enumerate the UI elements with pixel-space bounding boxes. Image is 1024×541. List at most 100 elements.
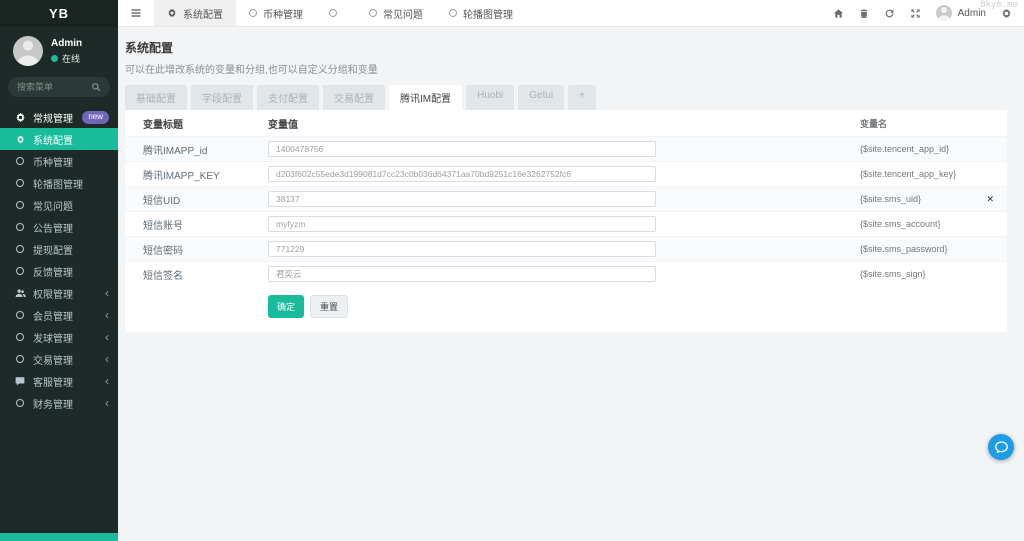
sms-password-input[interactable]	[268, 241, 656, 257]
sidebar-group-label: 权限管理	[33, 286, 73, 301]
home-icon[interactable]	[833, 8, 844, 19]
search-input[interactable]	[17, 82, 91, 92]
circle-icon	[13, 399, 27, 407]
table-row: 腾讯IMAPP_KEY {$site.tencent_app_key}	[125, 161, 1007, 186]
sidebar-item-faq[interactable]: 常见问题	[0, 194, 118, 216]
chevron-left-icon: ‹	[105, 375, 109, 387]
tencent-app-id-input[interactable]	[268, 141, 656, 157]
trash-icon[interactable]	[859, 8, 869, 19]
sidebar-user-panel: Admin 在线	[0, 27, 118, 73]
table-row: 短信签名 {$site.sms_sign}	[125, 261, 1007, 286]
tencent-app-key-input[interactable]	[268, 166, 656, 182]
sidebar-item-label: 币种管理	[33, 154, 73, 169]
sidebar-item-coin-manage[interactable]: 币种管理	[0, 150, 118, 172]
tab-banner-manage[interactable]: 轮播图管理	[436, 0, 526, 26]
tab-faq[interactable]: 常见问题	[356, 0, 436, 26]
tab-unnamed[interactable]	[316, 0, 356, 26]
sms-sign-input[interactable]	[268, 266, 656, 282]
sidebar-section-label: 常规管理	[33, 110, 73, 125]
circle-icon	[13, 245, 27, 253]
fullscreen-icon[interactable]	[910, 8, 921, 19]
sidebar-group-label: 发球管理	[33, 330, 73, 345]
config-tabs: 基础配置 字段配置 支付配置 交易配置 腾讯IM配置 Huobi Getui +	[125, 85, 1007, 110]
tab-system-config[interactable]: 系统配置	[154, 0, 236, 26]
row-title: 短信密码	[143, 242, 268, 257]
sidebar-group-faqiu[interactable]: 发球管理 ‹	[0, 326, 118, 348]
tab-huobi[interactable]: Huobi	[466, 85, 514, 110]
sms-account-input[interactable]	[268, 216, 656, 232]
sidebar-item-label: 常见问题	[33, 198, 73, 213]
sidebar-item-banner-manage[interactable]: 轮播图管理	[0, 172, 118, 194]
row-var-name: {$site.sms_account}	[860, 219, 941, 229]
topbar-user[interactable]: Admin	[936, 5, 986, 21]
main-content: 系统配置 可以在此增改系统的变量和分组,也可以自定义分组和变量 基础配置 字段配…	[118, 27, 1024, 541]
chevron-left-icon: ‹	[105, 309, 109, 321]
search-icon	[91, 82, 101, 92]
circle-icon	[13, 355, 27, 363]
new-badge: new	[82, 111, 109, 124]
sidebar-item-label: 公告管理	[33, 220, 73, 235]
table-row: 腾讯IMAPP_id {$site.tencent_app_id}	[125, 136, 1007, 161]
sms-uid-input[interactable]	[268, 191, 656, 207]
user-meta: Admin 在线	[51, 38, 82, 65]
sidebar-group-label: 交易管理	[33, 352, 73, 367]
app-logo: YB	[0, 0, 118, 27]
sidebar-group-service[interactable]: 客服管理 ‹	[0, 370, 118, 392]
tab-label: 系统配置	[183, 6, 223, 21]
chat-bubble-icon	[994, 440, 1009, 455]
sidebar-group-label: 会员管理	[33, 308, 73, 323]
topbar-tabs: 系统配置 币种管理 常见问题 轮播图管理	[154, 0, 526, 26]
circle-icon	[449, 9, 457, 17]
tab-tencent-im-config[interactable]: 腾讯IM配置	[389, 85, 462, 110]
tab-label: 轮播图管理	[463, 6, 513, 21]
remove-row-icon[interactable]: ✕	[986, 195, 994, 204]
sidebar-bottom-bar	[0, 533, 118, 541]
chat-widget-button[interactable]	[988, 434, 1014, 460]
sidebar-group-trade[interactable]: 交易管理 ‹	[0, 348, 118, 370]
reset-button[interactable]: 重置	[310, 295, 348, 318]
circle-icon	[13, 223, 27, 231]
tab-trade-config[interactable]: 交易配置	[323, 85, 385, 110]
row-var-name: {$site.tencent_app_id}	[860, 144, 949, 154]
user-status-label: 在线	[62, 52, 80, 65]
sidebar-group-finance[interactable]: 财务管理 ‹	[0, 392, 118, 414]
tab-coin-manage[interactable]: 币种管理	[236, 0, 316, 26]
gear-icon	[167, 8, 177, 18]
online-dot-icon	[51, 55, 58, 62]
gear-icon	[13, 135, 27, 144]
sidebar-group-permission[interactable]: 权限管理 ‹	[0, 282, 118, 304]
tab-label: 常见问题	[383, 6, 423, 21]
circle-icon	[249, 9, 257, 17]
tab-field-config[interactable]: 字段配置	[191, 85, 253, 110]
sidebar-section-general[interactable]: 常规管理 new	[0, 106, 118, 128]
tab-basic-config[interactable]: 基础配置	[125, 85, 187, 110]
hamburger-menu-icon[interactable]	[118, 0, 154, 26]
row-var-name: {$site.tencent_app_key}	[860, 169, 956, 179]
topbar: 系统配置 币种管理 常见问题 轮播图管理	[118, 0, 1024, 27]
sidebar-item-withdraw-config[interactable]: 提现配置	[0, 238, 118, 260]
row-var-name: {$site.sms_sign}	[860, 269, 926, 279]
app-window: YB Admin 在线 常规管理	[0, 0, 1024, 541]
circle-icon	[329, 9, 337, 17]
submit-button[interactable]: 确定	[268, 295, 304, 318]
refresh-icon[interactable]	[884, 8, 895, 19]
sidebar-item-announcement[interactable]: 公告管理	[0, 216, 118, 238]
row-var-name: {$site.sms_uid}	[860, 194, 921, 204]
sidebar-menu: 常规管理 new 系统配置 币种管理 轮播图管理 常见问题	[0, 106, 118, 414]
user-status: 在线	[51, 52, 82, 65]
circle-icon	[13, 157, 27, 165]
tab-pay-config[interactable]: 支付配置	[257, 85, 319, 110]
table-row: 短信UID {$site.sms_uid} ✕	[125, 186, 1007, 211]
tab-getui[interactable]: Getui	[518, 85, 564, 110]
sidebar-item-system-config[interactable]: 系统配置	[0, 128, 118, 150]
sidebar-item-feedback[interactable]: 反馈管理	[0, 260, 118, 282]
chevron-left-icon: ‹	[105, 397, 109, 409]
gears-icon	[13, 112, 27, 123]
sidebar-group-member[interactable]: 会员管理 ‹	[0, 304, 118, 326]
user-name: Admin	[51, 38, 82, 49]
chevron-left-icon: ‹	[105, 331, 109, 343]
row-title: 腾讯IMAPP_KEY	[143, 167, 268, 182]
row-title: 短信账号	[143, 217, 268, 232]
sidebar-item-label: 反馈管理	[33, 264, 73, 279]
add-tab-button[interactable]: +	[568, 85, 596, 110]
